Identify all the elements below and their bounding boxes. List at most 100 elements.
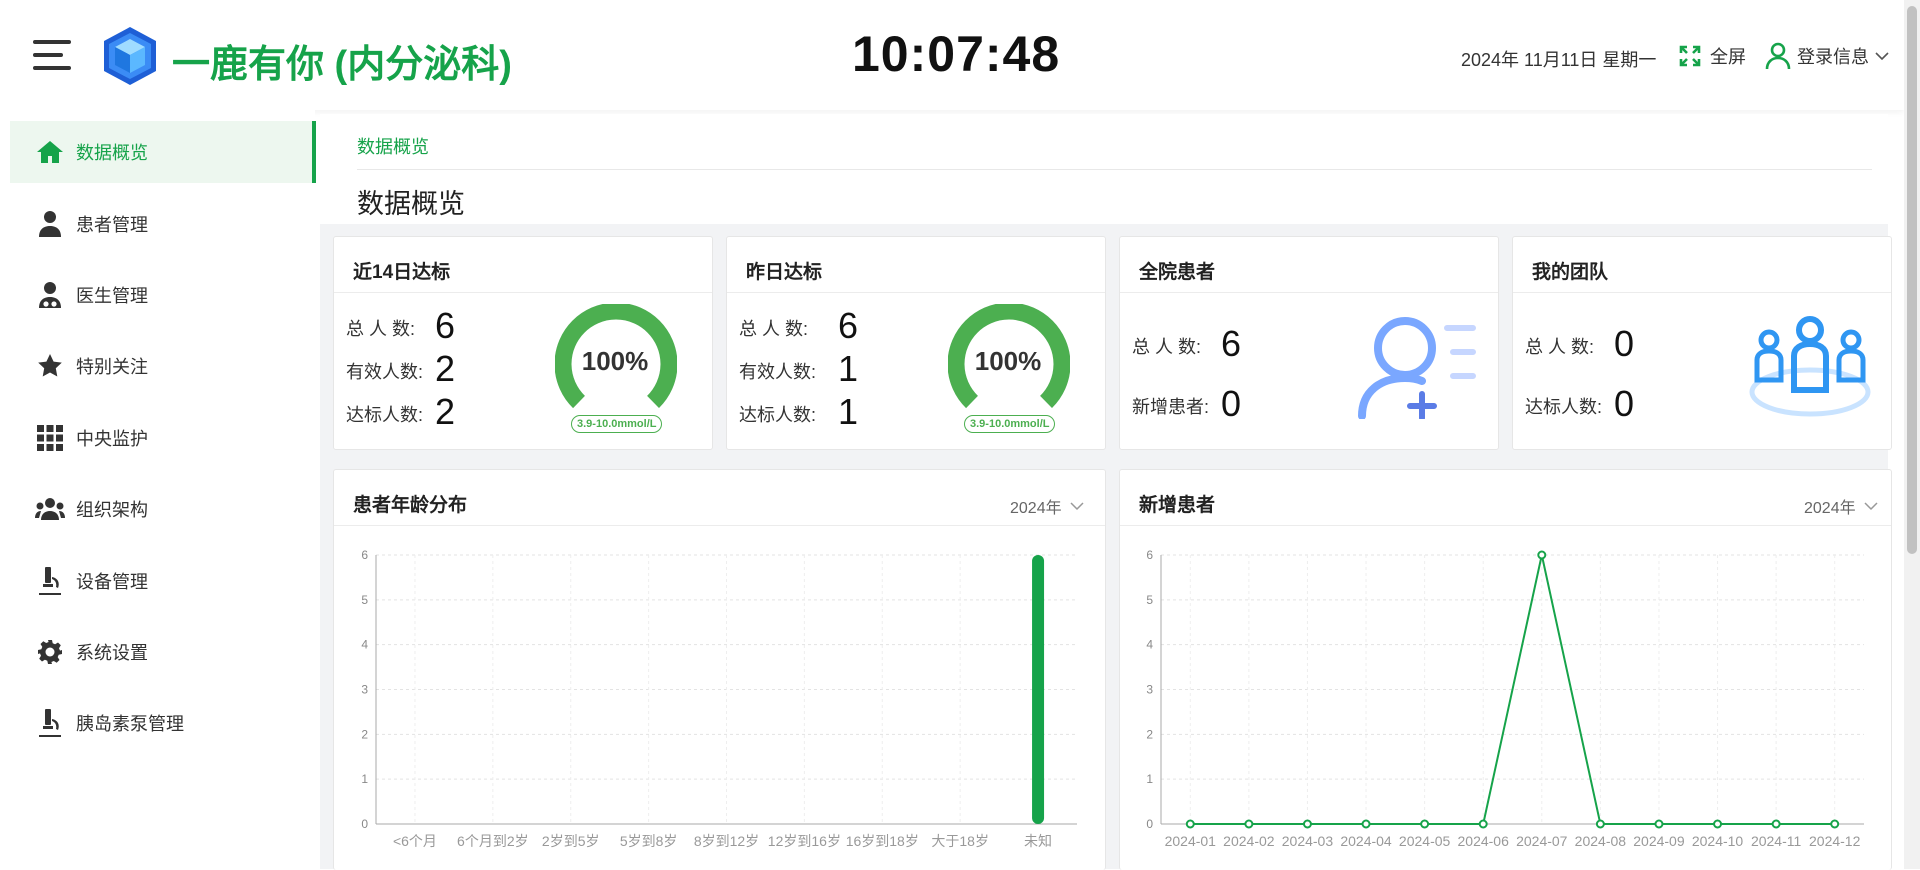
- sidebar: 数据概览 患者管理 医生管理 特别关注 中央监护 组织架构 设备管理 系统设置 …: [0, 110, 316, 869]
- user-icon: [32, 209, 68, 239]
- y-tick-label: 0: [1146, 817, 1153, 831]
- total-value: 6: [435, 305, 456, 346]
- sidebar-item-overview[interactable]: 数据概览: [10, 121, 316, 183]
- card-age-distribution: 患者年龄分布 2024年 0 1 2 3 4 5 6 <6个月 6个月到2岁 2岁到5岁 5岁到8岁…: [333, 469, 1106, 870]
- sidebar-item-label: 胰岛素泵管理: [76, 714, 184, 734]
- reach-label: 达标人数:: [346, 405, 424, 425]
- sidebar-item-label: 中央监护: [76, 429, 148, 449]
- star-icon: [32, 351, 68, 381]
- team-icon: [1749, 316, 1871, 417]
- fullscreen-label: 全屏: [1710, 47, 1746, 67]
- sidebar-item-insulin-pump[interactable]: 胰岛素泵管理: [10, 692, 312, 754]
- gear-icon: [32, 637, 68, 667]
- divider: [1120, 525, 1891, 526]
- divider: [334, 525, 1105, 526]
- range-badge: 3.9-10.0mmol/L: [571, 415, 663, 433]
- card-my-team: 我的团队 总 人 数: 0 达标人数: 0: [1512, 236, 1892, 450]
- app-title: 一鹿有你 (内分泌科): [172, 44, 512, 86]
- data-point: [1185, 819, 1195, 829]
- divider: [334, 292, 712, 293]
- y-tick-label: 0: [361, 817, 368, 831]
- data-point: [1713, 819, 1723, 829]
- users-icon: [32, 494, 68, 524]
- y-tick-label: 6: [1146, 548, 1153, 562]
- menu-toggle-icon[interactable]: [33, 40, 71, 72]
- add-user-icon: [1358, 317, 1476, 419]
- age-bar-chart: 0 1 2 3 4 5 6 <6个月 6个月到2岁 2岁到5岁 5岁到8岁 8岁到12岁 12岁到16岁…: [361, 548, 1077, 849]
- total-value: 0: [1614, 323, 1635, 364]
- x-tick-label: 大于18岁: [931, 833, 989, 849]
- chart-title: 新增患者: [1139, 495, 1216, 516]
- year-select[interactable]: 2024年: [1010, 494, 1084, 518]
- y-tick-label: 6: [361, 548, 368, 562]
- x-tick-label: 2024-05: [1399, 833, 1451, 849]
- breadcrumb[interactable]: 数据概览: [357, 133, 429, 159]
- chevron-down-icon: [1875, 52, 1889, 61]
- sidebar-item-label: 系统设置: [76, 643, 148, 663]
- header: 一鹿有你 (内分泌科) 10:07:48 2024年 11月11日 星期一 全屏…: [0, 0, 1904, 110]
- y-tick-label: 1: [361, 772, 368, 786]
- home-icon: [32, 137, 68, 167]
- x-tick-label: 2024-12: [1809, 833, 1861, 849]
- sidebar-item-organization[interactable]: 组织架构: [10, 478, 312, 540]
- total-label: 总 人 数:: [1525, 337, 1595, 357]
- sidebar-item-patients[interactable]: 患者管理: [10, 193, 312, 255]
- x-tick-label: <6个月: [393, 833, 437, 849]
- scrollbar[interactable]: [1904, 0, 1920, 869]
- chevron-down-icon: [1070, 501, 1084, 510]
- chart-title: 患者年龄分布: [353, 495, 468, 516]
- x-tick-label: 16岁到18岁: [846, 833, 919, 849]
- expand-icon: [1679, 45, 1701, 67]
- card-new-patients: 新增患者 2024年 0 1 2 3 4 5 6 2024-01 2024-02 2024-03 2…: [1119, 469, 1892, 870]
- user-outline-icon: [1765, 42, 1791, 70]
- sidebar-item-label: 医生管理: [76, 286, 148, 306]
- data-point: [1595, 819, 1605, 829]
- x-tick-label: 2024-11: [1751, 833, 1802, 849]
- reach-label: 达标人数:: [739, 405, 817, 425]
- y-tick-label: 4: [1146, 638, 1153, 652]
- x-tick-label: 2024-02: [1223, 833, 1275, 849]
- x-tick-label: 2024-09: [1633, 833, 1685, 849]
- x-tick-label: 未知: [1024, 833, 1052, 849]
- sidebar-item-devices[interactable]: 设备管理: [10, 550, 312, 612]
- y-tick-label: 3: [1146, 683, 1153, 697]
- fullscreen-button[interactable]: 全屏: [1678, 43, 1746, 69]
- sidebar-item-special[interactable]: 特别关注: [10, 335, 312, 397]
- y-tick-label: 4: [361, 638, 368, 652]
- data-point: [1361, 819, 1371, 829]
- current-date: 2024年 11月11日 星期一: [1461, 50, 1657, 70]
- reach-label: 达标人数:: [1525, 397, 1603, 417]
- main-content: 数据概览 数据概览 近14日达标 总 人 数: 6 有效人数: 2 达标人数: …: [320, 114, 1892, 870]
- sidebar-item-label: 设备管理: [76, 572, 148, 592]
- x-tick-label: 2岁到5岁: [542, 833, 600, 849]
- bar: [1032, 555, 1045, 824]
- sidebar-item-settings[interactable]: 系统设置: [10, 621, 312, 683]
- divider: [357, 169, 1872, 170]
- x-tick-label: 8岁到12岁: [694, 833, 759, 849]
- sidebar-item-label: 患者管理: [76, 215, 148, 235]
- gauge-percent: 100%: [974, 346, 1042, 376]
- total-label: 总 人 数:: [346, 319, 416, 339]
- valid-label: 有效人数:: [739, 362, 817, 382]
- login-info-button[interactable]: 登录信息: [1765, 42, 1895, 70]
- y-tick-label: 1: [1146, 772, 1153, 786]
- data-point: [1478, 819, 1488, 829]
- doctor-icon: [32, 280, 68, 310]
- sidebar-item-doctors[interactable]: 医生管理: [10, 264, 312, 326]
- valid-value: 2: [435, 348, 456, 389]
- y-tick-label: 2: [361, 727, 368, 741]
- scrollbar-thumb[interactable]: [1907, 6, 1917, 554]
- divider: [1120, 292, 1498, 293]
- clock: 10:07:48: [852, 26, 1061, 82]
- data-point: [1771, 819, 1781, 829]
- breadcrumb-bar: 数据概览 数据概览: [320, 114, 1888, 224]
- y-tick-label: 5: [1146, 593, 1153, 607]
- sidebar-item-central-monitor[interactable]: 中央监护: [10, 407, 312, 469]
- year-select-value: 2024年: [1804, 500, 1856, 517]
- year-select[interactable]: 2024年: [1804, 494, 1878, 518]
- card-yesterday: 昨日达标 总 人 数: 6 有效人数: 1 达标人数: 1 100% 3.9-1…: [726, 236, 1106, 450]
- microscope-icon: [32, 566, 68, 596]
- card-hospital-patients: 全院患者 总 人 数: 6 新增患者: 0: [1119, 236, 1499, 450]
- year-select-value: 2024年: [1010, 500, 1062, 517]
- card-title: 近14日达标: [353, 262, 451, 283]
